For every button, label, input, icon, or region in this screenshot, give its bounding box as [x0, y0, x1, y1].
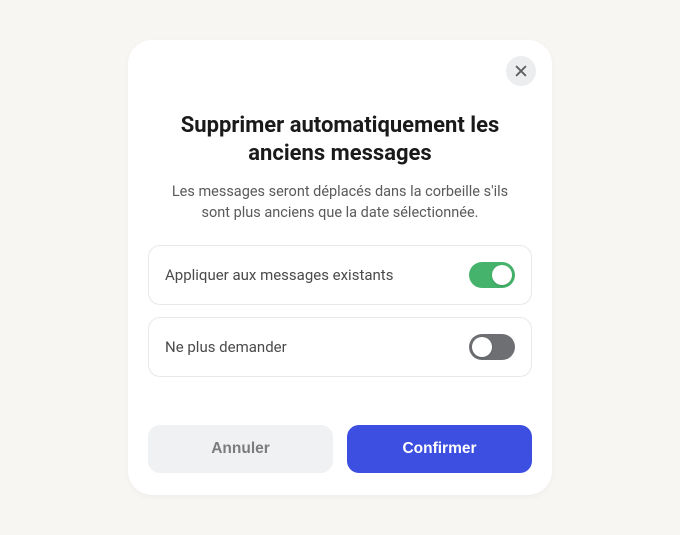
toggle-apply-existing[interactable]: [469, 262, 515, 288]
confirm-button[interactable]: Confirmer: [347, 425, 532, 473]
modal-actions: Annuler Confirmer: [148, 425, 532, 473]
option-apply-existing-label: Appliquer aux messages existants: [165, 266, 393, 284]
option-dont-ask-label: Ne plus demander: [165, 338, 287, 356]
close-button[interactable]: [506, 56, 536, 86]
toggle-knob: [472, 337, 492, 357]
toggle-dont-ask[interactable]: [469, 334, 515, 360]
close-icon: [514, 64, 528, 78]
toggle-knob: [492, 265, 512, 285]
option-dont-ask: Ne plus demander: [148, 317, 532, 377]
options-group: Appliquer aux messages existants Ne plus…: [148, 245, 532, 377]
cancel-button[interactable]: Annuler: [148, 425, 333, 473]
modal-subtitle: Les messages seront déplacés dans la cor…: [148, 181, 532, 223]
option-apply-existing: Appliquer aux messages existants: [148, 245, 532, 305]
modal-title: Supprimer automatiquement les anciens me…: [148, 112, 532, 169]
confirmation-modal: Supprimer automatiquement les anciens me…: [128, 40, 552, 495]
